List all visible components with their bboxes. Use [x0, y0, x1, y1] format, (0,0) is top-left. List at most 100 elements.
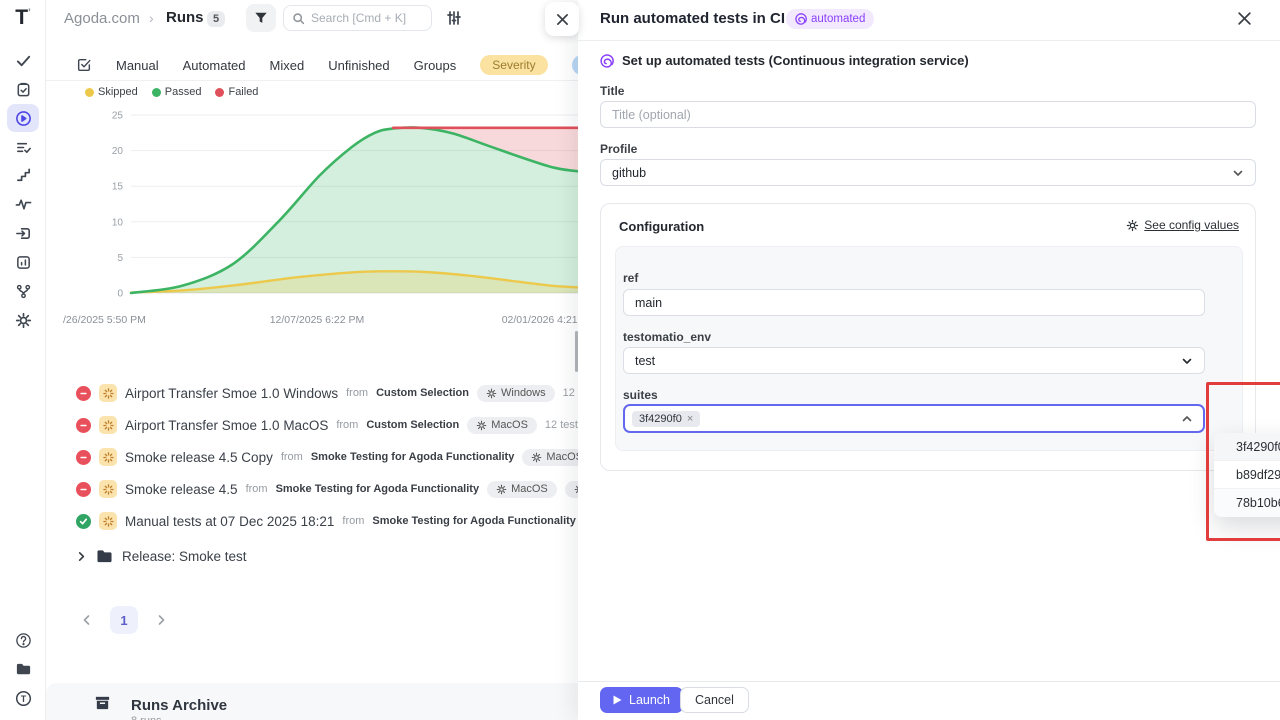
profile-select[interactable]: github	[600, 159, 1256, 186]
panel-title: Run automated tests in CI	[600, 10, 785, 27]
spark-icon	[103, 484, 114, 495]
chevron-down-icon	[1232, 167, 1244, 179]
chevron-down-icon	[1181, 355, 1193, 367]
checklist-icon[interactable]	[7, 133, 39, 161]
archive-box-icon	[94, 694, 111, 716]
panel-close-icon[interactable]	[1237, 11, 1253, 27]
brand-circle-icon[interactable]: T	[7, 684, 39, 712]
import-icon[interactable]	[7, 219, 39, 247]
suites-option-b89df296[interactable]: b89df296	[1214, 461, 1280, 489]
search-input[interactable]	[311, 11, 421, 25]
env-badge: MacOS	[487, 481, 557, 498]
tab-manual[interactable]: Manual	[116, 58, 159, 73]
suites-option-78b10b62[interactable]: 78b10b62	[1214, 489, 1280, 517]
next-page-icon[interactable]	[150, 609, 172, 631]
tab-unfinished[interactable]: Unfinished	[328, 58, 389, 73]
passed-status-icon	[76, 514, 91, 529]
funnel-icon	[254, 11, 268, 25]
gear-icon	[496, 484, 507, 495]
run-from-label: from	[346, 387, 368, 399]
app-logo[interactable]: T'	[0, 6, 46, 30]
run-source: Custom Selection	[376, 387, 469, 399]
play-icon	[613, 695, 622, 705]
runs-trend-chart: 0510152025	[60, 108, 600, 308]
gear-icon	[1126, 219, 1139, 232]
x-tick-0: /26/2025 5:50 PM	[63, 314, 146, 326]
gear-icon	[476, 420, 487, 431]
release-folder-label: Release: Smoke test	[122, 549, 247, 564]
svg-text:5: 5	[117, 253, 123, 264]
run-title[interactable]: Manual tests at 07 Dec 2025 18:21	[125, 514, 334, 529]
projects-folder-icon[interactable]	[7, 655, 39, 683]
suites-option-3f4290f0[interactable]: 3f4290f0	[1214, 433, 1280, 461]
prev-page-icon[interactable]	[76, 609, 98, 631]
suites-multiselect[interactable]: 3f4290f0 ×	[623, 404, 1205, 433]
automated-swirl-icon	[795, 13, 807, 25]
branch-icon[interactable]	[7, 277, 39, 305]
breadcrumb-project[interactable]: Agoda.com	[64, 10, 140, 27]
steps-icon[interactable]	[7, 161, 39, 189]
svg-text:T: T	[20, 693, 26, 703]
tab-automated[interactable]: Automated	[183, 58, 246, 73]
suite-tag: 3f4290f0 ×	[632, 411, 700, 427]
automated-run-icon	[99, 416, 117, 434]
severity-filter-pill[interactable]: Severity	[480, 55, 547, 75]
run-title[interactable]: Airport Transfer Smoe 1.0 Windows	[125, 386, 338, 401]
legend-dot-icon	[85, 88, 94, 97]
tests-check-icon[interactable]	[7, 46, 39, 74]
breadcrumb-section[interactable]: Runs	[166, 9, 204, 26]
search-icon	[292, 12, 305, 25]
page-1-button[interactable]: 1	[110, 606, 138, 634]
pagination: 1	[76, 606, 172, 634]
run-from-label: from	[336, 419, 358, 431]
search-box[interactable]	[283, 5, 432, 31]
run-from-label: from	[281, 451, 303, 463]
run-title[interactable]: Smoke release 4.5	[125, 482, 238, 497]
run-source: Custom Selection	[366, 419, 459, 431]
tab-groups[interactable]: Groups	[414, 58, 457, 73]
remove-tag-icon[interactable]: ×	[687, 413, 693, 425]
select-all-icon[interactable]	[76, 57, 92, 73]
automated-run-icon	[99, 480, 117, 498]
env-select[interactable]: test	[623, 347, 1205, 374]
runs-count-badge: 5	[207, 11, 225, 27]
settings-gear-icon[interactable]	[7, 306, 39, 334]
legend-item-skipped: Skipped	[85, 86, 138, 98]
option-label: 3f4290f0	[1236, 440, 1280, 454]
ci-swirl-icon	[600, 54, 614, 68]
cancel-button[interactable]: Cancel	[680, 687, 749, 713]
setup-heading: Set up automated tests (Continuous integ…	[622, 53, 969, 68]
gear-icon	[486, 388, 497, 399]
ref-input[interactable]	[623, 289, 1205, 316]
legend-dot-icon	[215, 88, 224, 97]
automated-run-icon	[99, 512, 117, 530]
run-title[interactable]: Airport Transfer Smoe 1.0 MacOS	[125, 418, 328, 433]
pulse-icon[interactable]	[7, 190, 39, 218]
automated-run-icon	[99, 448, 117, 466]
analytics-icon[interactable]	[7, 248, 39, 276]
run-source: Smoke Testing for Agoda Functionality	[276, 483, 480, 495]
run-title[interactable]: Smoke release 4.5 Copy	[125, 450, 273, 465]
tab-mixed[interactable]: Mixed	[270, 58, 305, 73]
spark-icon	[103, 452, 114, 463]
test-plans-clipboard-icon[interactable]	[7, 75, 39, 103]
title-input[interactable]	[600, 101, 1256, 128]
view-settings-sliders-icon[interactable]	[445, 9, 463, 27]
runs-play-icon[interactable]	[7, 104, 39, 132]
see-config-values-link[interactable]: See config values	[1126, 218, 1239, 232]
profile-label: Profile	[600, 142, 637, 156]
panel-collapse-button[interactable]	[545, 2, 579, 36]
release-folder-row[interactable]: Release: Smoke test	[76, 543, 247, 569]
run-in-ci-panel: Run automated tests in CI automated Set …	[578, 0, 1280, 720]
env-badge: MacOS	[467, 417, 537, 434]
help-icon[interactable]	[7, 626, 39, 654]
failed-status-icon	[76, 450, 91, 465]
filter-button[interactable]	[246, 4, 276, 32]
spark-icon	[103, 420, 114, 431]
archive-title: Runs Archive	[131, 697, 227, 714]
automated-run-icon	[99, 384, 117, 402]
launch-button[interactable]: Launch	[600, 687, 683, 713]
ref-label: ref	[623, 271, 638, 285]
failed-status-icon	[76, 418, 91, 433]
failed-status-icon	[76, 386, 91, 401]
